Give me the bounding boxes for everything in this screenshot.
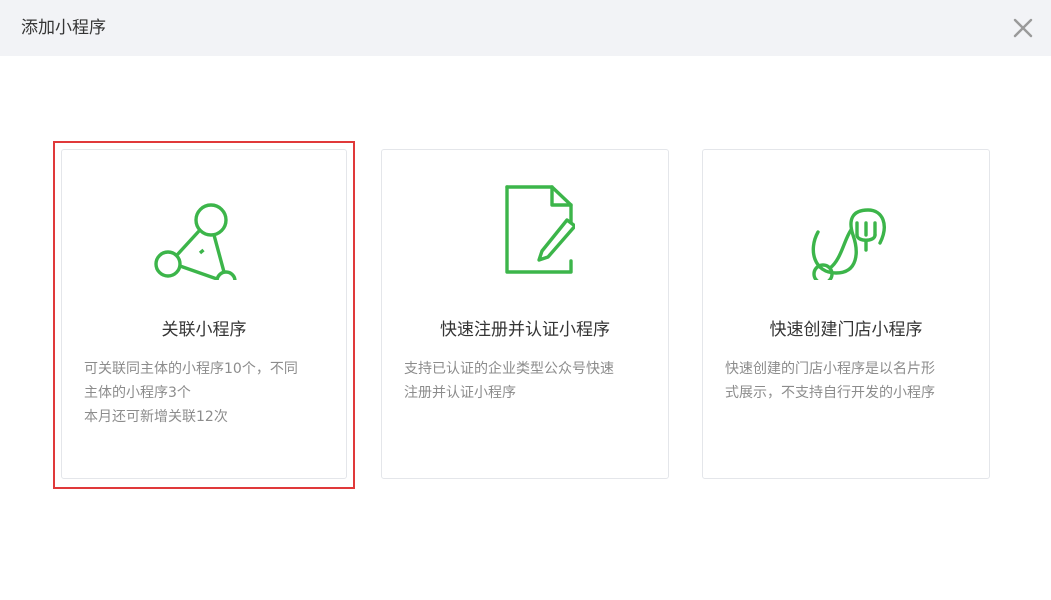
desc-line: 快速创建的门店小程序是以名片形 bbox=[725, 361, 935, 377]
card-fast-register[interactable]: 快速注册并认证小程序 支持已认证的企业类型公众号快速 注册并认证小程序 bbox=[381, 149, 669, 479]
card-title: 快速创建门店小程序 bbox=[769, 320, 923, 340]
store-fork-icon bbox=[796, 180, 896, 280]
close-icon[interactable] bbox=[1011, 16, 1035, 40]
desc-line: 本月还可新增关联12次 bbox=[84, 409, 228, 425]
desc-line: 可关联同主体的小程序10个，不同 bbox=[84, 361, 298, 377]
close-button[interactable] bbox=[1011, 16, 1035, 40]
desc-line: 主体的小程序3个 bbox=[84, 385, 191, 401]
card-title: 快速注册并认证小程序 bbox=[440, 320, 610, 340]
desc-line: 支持已认证的企业类型公众号快速 bbox=[404, 361, 614, 377]
card-description: 可关联同主体的小程序10个，不同 主体的小程序3个 本月还可新增关联12次 bbox=[84, 357, 329, 429]
dialog-title: 添加小程序 bbox=[21, 18, 106, 38]
dialog-header: 添加小程序 bbox=[0, 0, 1051, 56]
card-link-mini-program[interactable]: 关联小程序 可关联同主体的小程序10个，不同 主体的小程序3个 本月还可新增关联… bbox=[61, 149, 347, 479]
link-network-icon bbox=[154, 180, 254, 280]
card-fast-create-store[interactable]: 快速创建门店小程序 快速创建的门店小程序是以名片形 式展示，不支持自行开发的小程… bbox=[702, 149, 990, 479]
add-mini-program-dialog: 添加小程序 关联小程序 可关联同主体的小程序10个，不同 主体的小程序3个 本月… bbox=[0, 0, 1051, 600]
card-description: 支持已认证的企业类型公众号快速 注册并认证小程序 bbox=[404, 357, 649, 405]
card-title: 关联小程序 bbox=[161, 320, 247, 340]
card-description: 快速创建的门店小程序是以名片形 式展示，不支持自行开发的小程序 bbox=[725, 357, 970, 405]
desc-line: 注册并认证小程序 bbox=[404, 385, 516, 401]
document-edit-icon bbox=[475, 180, 575, 280]
desc-line: 式展示，不支持自行开发的小程序 bbox=[725, 385, 935, 401]
